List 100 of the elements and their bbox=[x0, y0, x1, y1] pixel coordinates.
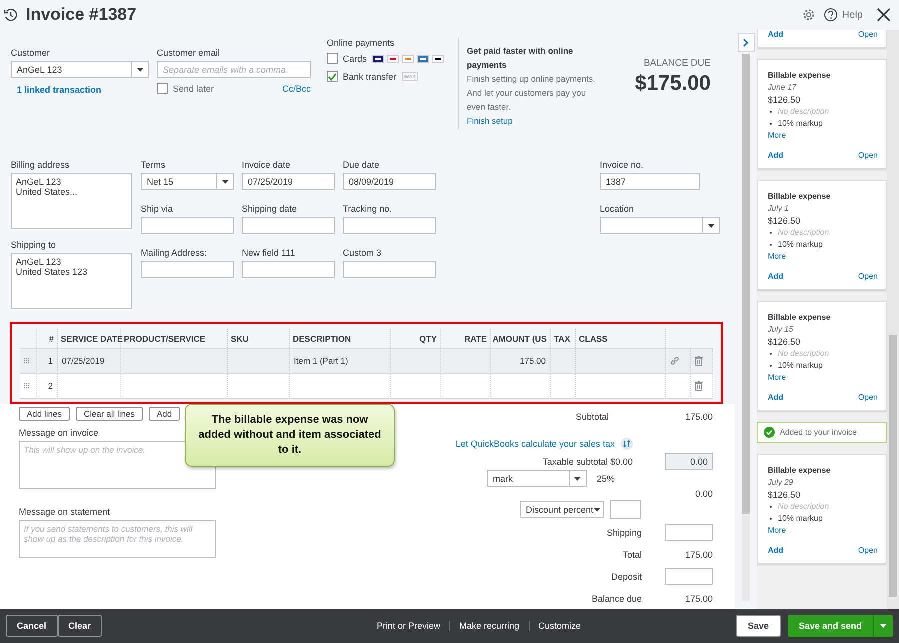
deposit-field[interactable] bbox=[665, 568, 713, 585]
form-field[interactable]: 07/25/2019 bbox=[242, 173, 335, 190]
column-header: AMOUNT (US bbox=[492, 334, 547, 344]
help-icon[interactable] bbox=[824, 8, 838, 22]
drag-handle-icon[interactable] bbox=[24, 383, 30, 389]
help-link[interactable]: Help bbox=[842, 10, 863, 20]
card-date: July 29 bbox=[768, 477, 794, 489]
save-options-button[interactable] bbox=[873, 615, 893, 637]
link-icon[interactable] bbox=[670, 356, 680, 366]
more-link[interactable]: More bbox=[768, 251, 878, 263]
open-link[interactable]: Open bbox=[858, 271, 878, 283]
field-label: Customer bbox=[11, 48, 50, 58]
card-detail: No description bbox=[778, 501, 830, 513]
save-button[interactable]: Save bbox=[736, 615, 781, 637]
trash-icon[interactable] bbox=[695, 381, 703, 391]
sort-icon[interactable] bbox=[621, 438, 633, 450]
promo-title: Get paid faster with online payments bbox=[467, 45, 574, 72]
payment-checkbox[interactable] bbox=[327, 53, 338, 64]
caret-icon[interactable] bbox=[880, 624, 887, 628]
add-link[interactable]: Add bbox=[768, 545, 784, 557]
cc-bcc-link[interactable]: Cc/Bcc bbox=[282, 84, 311, 94]
send-later-checkbox[interactable] bbox=[157, 83, 168, 94]
caret-icon bbox=[594, 508, 600, 512]
form-dropdown[interactable] bbox=[600, 217, 720, 234]
tax-rate-dropdown[interactable]: mark bbox=[486, 470, 587, 487]
footer-link[interactable]: Customize bbox=[528, 621, 590, 631]
cancel-button[interactable]: Cancel bbox=[6, 615, 58, 637]
more-link[interactable]: More bbox=[768, 372, 878, 384]
card-detail: No description bbox=[778, 227, 830, 239]
form-field[interactable] bbox=[242, 217, 335, 234]
field-label: Message on invoice bbox=[19, 428, 99, 438]
add-link[interactable]: Add bbox=[768, 271, 784, 283]
customer-dropdown[interactable]: AnGeL 123 bbox=[11, 61, 149, 78]
total-value: 0.00 bbox=[694, 489, 713, 499]
drag-handle-icon[interactable] bbox=[24, 358, 30, 364]
finish-setup-link[interactable]: Finish setup bbox=[467, 116, 513, 126]
line-action-button[interactable]: Add bbox=[149, 407, 180, 421]
shipping-address-field[interactable]: AnGeL 123 United States 123 bbox=[11, 253, 132, 309]
shipping-field[interactable] bbox=[665, 524, 713, 541]
open-link[interactable]: Open bbox=[858, 392, 878, 404]
discount-field[interactable] bbox=[610, 500, 641, 519]
more-link[interactable]: More bbox=[768, 525, 878, 537]
add-link[interactable]: Add bbox=[768, 30, 784, 41]
line-action-button[interactable]: Clear all lines bbox=[76, 407, 143, 421]
footer-link[interactable]: Print or Preview bbox=[368, 621, 450, 631]
collapse-panel-button[interactable] bbox=[738, 33, 754, 52]
payment-logo-icon bbox=[417, 54, 430, 62]
line-action-button[interactable]: Add lines bbox=[19, 407, 70, 421]
trash-icon[interactable] bbox=[695, 356, 703, 366]
form-field[interactable] bbox=[343, 261, 436, 278]
close-icon[interactable] bbox=[877, 8, 891, 22]
form-field[interactable]: 08/09/2019 bbox=[343, 173, 436, 190]
linked-transaction-link[interactable]: 1 linked transaction bbox=[17, 85, 149, 95]
card-date: July 15 bbox=[768, 324, 794, 336]
open-link[interactable]: Open bbox=[858, 545, 878, 557]
payment-checkbox[interactable] bbox=[327, 71, 338, 82]
table-row[interactable]: 1 07/25/2019 Item 1 (Part 1) 175.00 bbox=[20, 349, 713, 374]
history-icon[interactable] bbox=[4, 8, 18, 22]
column-header: TAX bbox=[554, 334, 570, 344]
payment-logo-icon bbox=[402, 54, 414, 62]
total-label: Taxable subtotal $0.00 bbox=[542, 456, 633, 466]
billing-address-field[interactable]: AnGeL 123 United States... bbox=[11, 173, 132, 229]
clear-button[interactable]: Clear bbox=[58, 615, 102, 637]
table-cell: 175.00 bbox=[520, 356, 546, 366]
add-link[interactable]: Add bbox=[768, 392, 784, 404]
open-link[interactable]: Open bbox=[858, 30, 878, 41]
form-field[interactable]: 1387 bbox=[600, 173, 700, 190]
invoice-message-field[interactable]: This will show up on the invoice. bbox=[19, 441, 216, 489]
statement-message-field[interactable]: If you send statements to customers, this will show up as the description for this invoice. bbox=[19, 520, 216, 558]
table-cell: 2 bbox=[48, 381, 53, 391]
column-header: # bbox=[49, 334, 54, 344]
sales-tax-link[interactable]: Let QuickBooks calculate your sales tax bbox=[456, 438, 615, 448]
form-dropdown[interactable]: Net 15 bbox=[141, 173, 234, 190]
discount-type-dropdown[interactable]: Discount percent bbox=[520, 501, 604, 518]
payment-logo-icon bbox=[432, 54, 444, 62]
add-link[interactable]: Add bbox=[768, 150, 784, 162]
field-label: Ship via bbox=[141, 204, 174, 214]
more-link[interactable]: More bbox=[768, 130, 878, 142]
form-field[interactable] bbox=[141, 261, 234, 278]
scrollbar-thumb[interactable] bbox=[742, 54, 750, 514]
form-field[interactable] bbox=[343, 217, 436, 234]
table-row[interactable]: 2 bbox=[20, 374, 713, 399]
tax-amount-field[interactable]: 0.00 bbox=[665, 453, 713, 470]
column-header: CLASS bbox=[579, 334, 608, 344]
total-value: 175.00 bbox=[684, 594, 713, 604]
balance-due-label: BALANCE DUE bbox=[644, 58, 711, 69]
field-label: Invoice date bbox=[242, 160, 291, 170]
form-field[interactable] bbox=[242, 261, 335, 278]
settings-icon[interactable] bbox=[802, 8, 816, 22]
caret-icon bbox=[708, 224, 714, 228]
scrollbar-thumb[interactable] bbox=[889, 335, 897, 597]
email-field[interactable]: Separate emails with a comma bbox=[157, 61, 311, 78]
total-label: Subtotal bbox=[576, 412, 609, 422]
field-label: Billing address bbox=[11, 160, 70, 170]
form-field[interactable] bbox=[141, 217, 234, 234]
caret-icon bbox=[222, 180, 228, 184]
card-detail: 10% markup bbox=[778, 118, 823, 130]
footer-link[interactable]: Make recurring bbox=[449, 621, 528, 631]
open-link[interactable]: Open bbox=[858, 150, 878, 162]
card-amount: $126.50 bbox=[768, 94, 802, 106]
